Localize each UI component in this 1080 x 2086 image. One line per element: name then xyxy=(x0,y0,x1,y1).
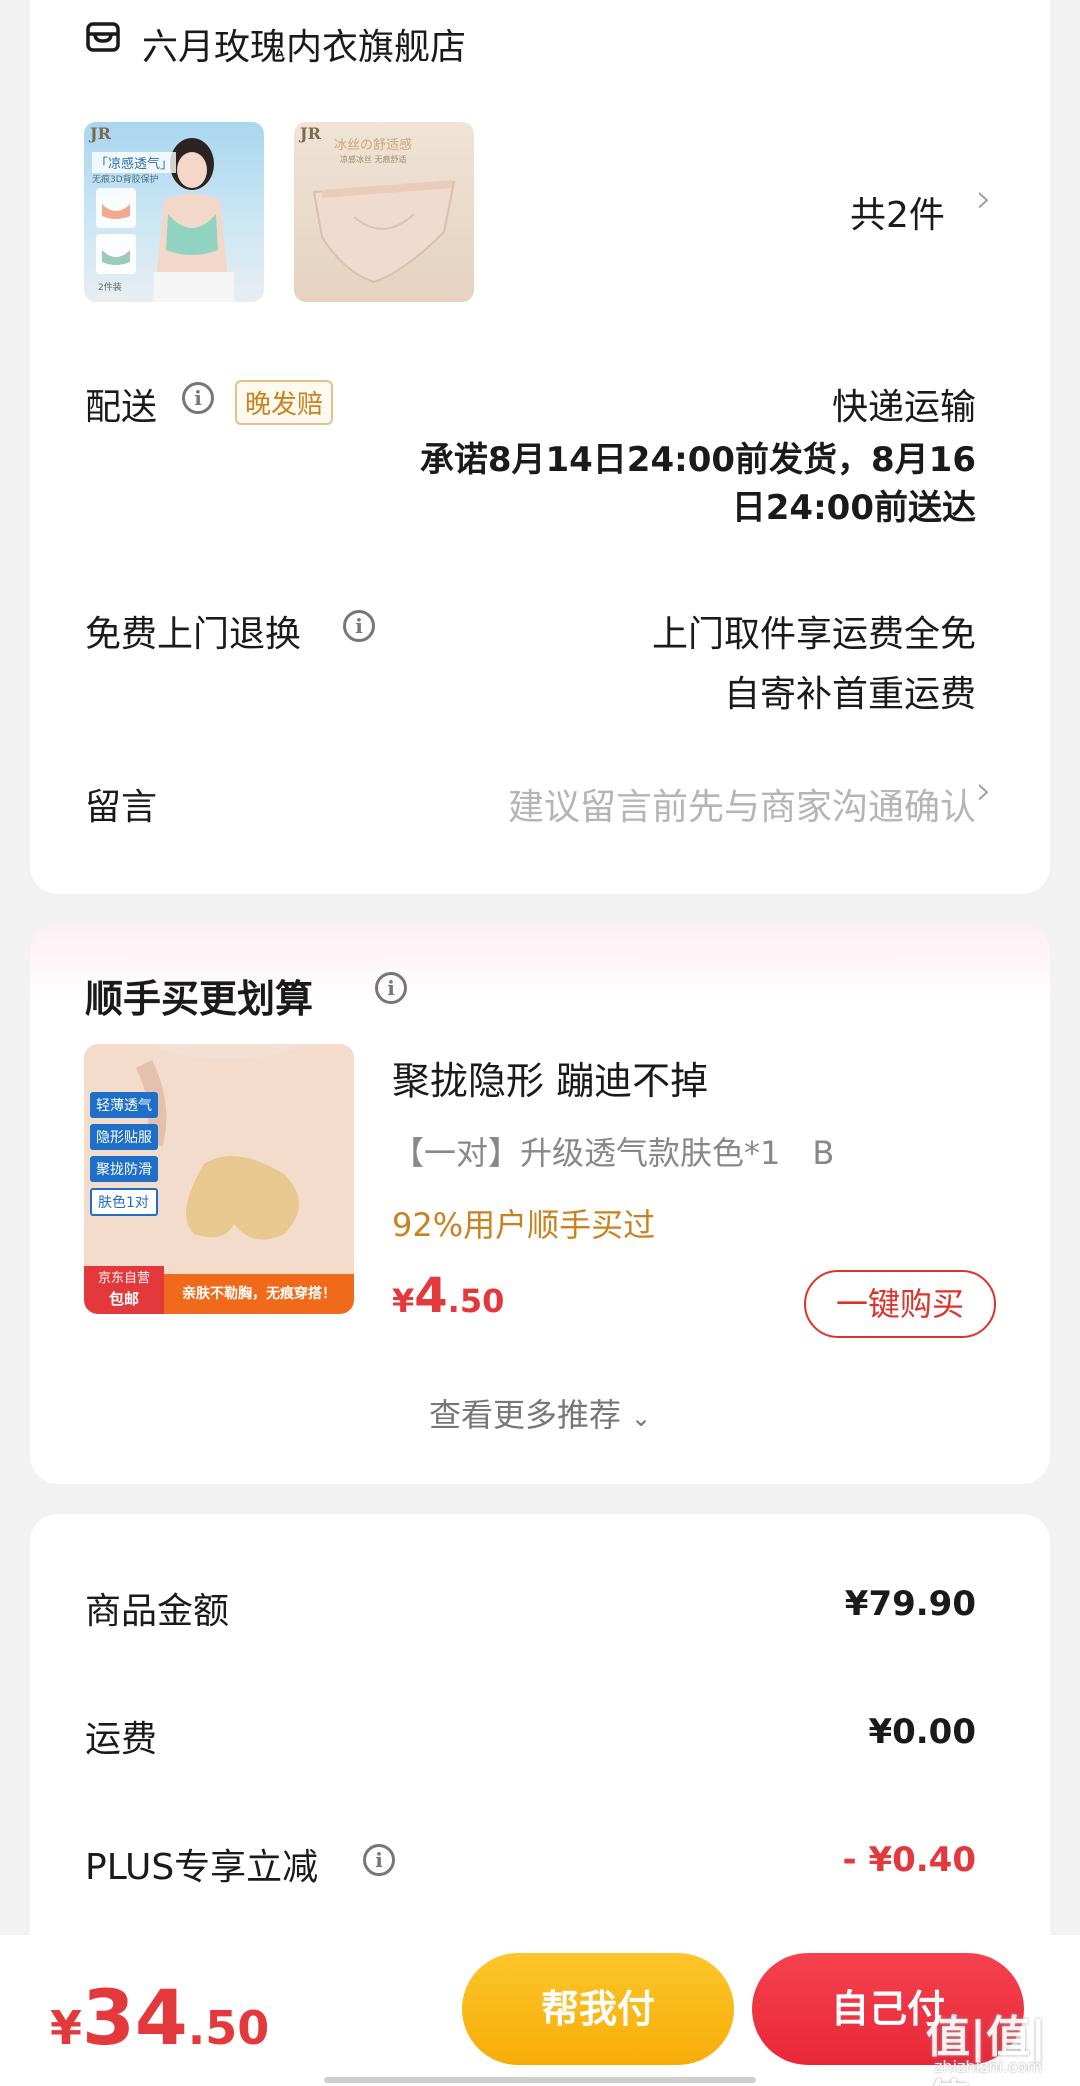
jd-self-operated-badge: 京东自营 包邮 xyxy=(84,1266,164,1314)
image-tag: 隐形贴服 xyxy=(90,1124,158,1150)
checkout-bar: ¥34.50 帮我付 自己付 值|值|值 zhizhizhi.com xyxy=(0,1935,1080,2086)
goods-amount-label: 商品金额 xyxy=(85,1591,230,1632)
brand-logo: JR xyxy=(90,124,111,143)
shipping-fee-value: ¥0.00 xyxy=(868,1712,976,1752)
thumb-caption: 冰丝の舒适感 xyxy=(334,138,413,153)
plus-discount-value: - ¥0.40 xyxy=(842,1840,977,1880)
chevron-right-icon[interactable]: › xyxy=(976,176,992,222)
chevron-right-icon[interactable]: › xyxy=(976,768,992,814)
one-click-buy-button[interactable]: 一键购买 xyxy=(804,1270,996,1338)
info-icon[interactable]: i xyxy=(363,1844,395,1876)
delivery-promise-line2: 日24:00前送达 xyxy=(731,488,976,528)
shipping-fee-label: 运费 xyxy=(85,1719,158,1760)
late-delivery-badge: 晚发赔 xyxy=(235,380,334,425)
plus-discount-label: PLUS专享立减 xyxy=(85,1847,319,1888)
help-me-pay-button[interactable]: 帮我付 xyxy=(462,1953,734,2065)
return-line1: 上门取件享运费全免 xyxy=(651,614,976,655)
product-thumbnail-bra[interactable]: JR 「凉感透气」 无痕3D背胶保护 2件装 xyxy=(84,122,264,302)
chevron-down-icon: ⌄ xyxy=(630,1404,652,1432)
addon-title: 顺手买更划算 xyxy=(85,977,314,1021)
addon-product-spec[interactable]: 【一对】升级透气款肤色*1 B xyxy=(392,1128,834,1174)
thumb-caption-sub: 无痕3D背胶保护 xyxy=(92,175,159,185)
social-proof-text: 92%用户顺手买过 xyxy=(392,1206,656,1244)
total-price: ¥34.50 xyxy=(50,1973,270,2062)
return-line2: 自寄补首重运费 xyxy=(723,674,976,715)
watermark-url: zhizhizhi.com xyxy=(934,2057,1043,2076)
goods-amount-value: ¥79.90 xyxy=(844,1584,976,1624)
thumb-caption-sub: 凉感冰丝 无痕舒适 xyxy=(340,155,407,164)
delivery-method[interactable]: 快递运输 xyxy=(430,378,976,430)
order-store-card: 六月玫瑰内衣旗舰店 JR 「凉感透气」 无痕3D背胶保护 2件装 JR 冰丝の舒… xyxy=(30,0,1050,894)
thumb-caption: 「凉感透气」 xyxy=(92,152,177,173)
image-banner: 亲肤不勒胸，无痕穿搭！ xyxy=(164,1274,354,1314)
message-input[interactable]: 建议留言前先与商家沟通确认 xyxy=(350,778,976,830)
addon-product-image[interactable]: 轻薄透气 隐形贴服 聚拢防滑 肤色1对 京东自营 包邮 亲肤不勒胸，无痕穿搭！ xyxy=(84,1044,354,1314)
info-icon[interactable]: i xyxy=(343,610,375,642)
info-icon[interactable]: i xyxy=(182,382,214,414)
item-count[interactable]: 共2件 xyxy=(850,186,945,238)
delivery-promise-line1: 承诺8月14日24:00前发货，8月16 xyxy=(419,440,976,480)
addon-product-title[interactable]: 聚拢隐形 蹦迪不掉 xyxy=(392,1050,708,1105)
brand-logo: JR xyxy=(300,124,321,143)
product-thumbnail-underwear[interactable]: JR 冰丝の舒适感 凉感冰丝 无痕舒适 xyxy=(294,122,474,302)
free-return-label: 免费上门退换 xyxy=(85,614,302,655)
addon-price: ¥4.50 xyxy=(392,1268,505,1324)
thumb-tag: 2件装 xyxy=(98,283,122,293)
delivery-label: 配送 xyxy=(85,387,158,428)
store-icon xyxy=(85,18,129,62)
home-indicator xyxy=(324,2077,756,2083)
image-tag: 肤色1对 xyxy=(90,1188,158,1216)
message-label: 留言 xyxy=(85,787,158,828)
info-icon[interactable]: i xyxy=(375,972,407,1004)
addon-card: 顺手买更划算 i 轻薄透气 隐形贴服 聚拢防滑 肤色1对 京东自营 包邮 亲肤不… xyxy=(30,924,1050,1484)
store-name[interactable]: 六月玫瑰内衣旗舰店 xyxy=(142,18,466,70)
see-more-recommendations-link[interactable]: 查看更多推荐 ⌄ xyxy=(30,1390,1050,1436)
image-tag: 轻薄透气 xyxy=(90,1092,158,1118)
image-tag: 聚拢防滑 xyxy=(90,1156,158,1182)
